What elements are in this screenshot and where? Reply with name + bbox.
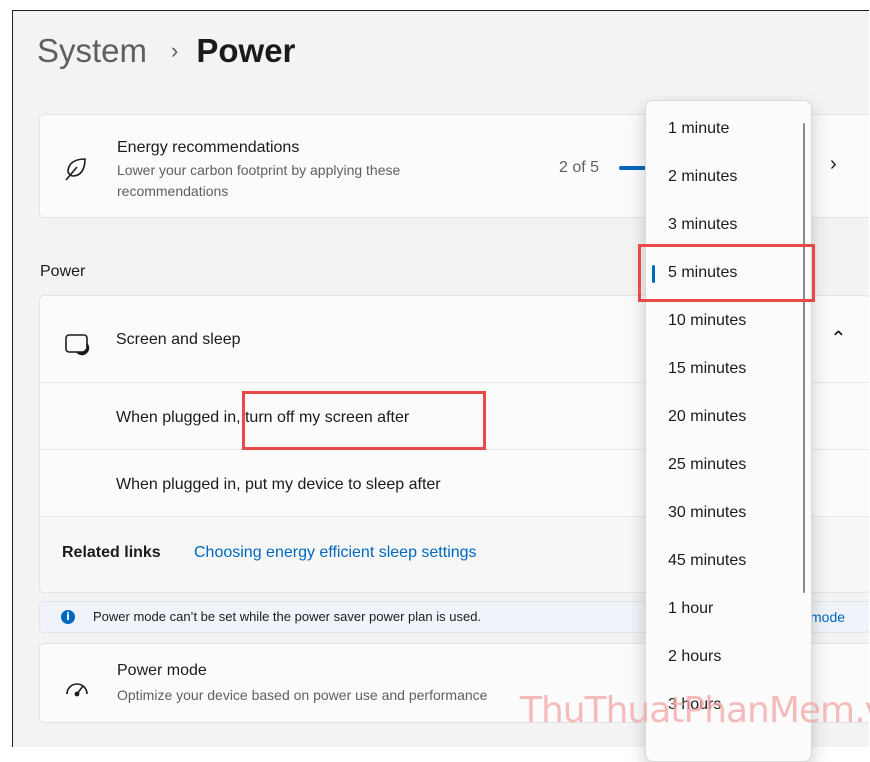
screen-timeout-dropdown[interactable]: 1 minute 2 minutes 3 minutes 5 minutes 1… [645, 100, 812, 762]
watermark: ThuThuatPhanMem.vn [520, 690, 870, 731]
power-mode-title: Power mode [117, 662, 207, 679]
option-label: 10 minutes [668, 312, 747, 329]
screen-sleep-title: Screen and sleep [116, 331, 241, 348]
gauge-icon [63, 674, 91, 702]
dropdown-option[interactable]: 20 minutes [646, 395, 811, 443]
related-links-label: Related links [62, 544, 161, 561]
option-label: 2 hours [668, 648, 722, 665]
dropdown-option[interactable]: 2 minutes [646, 155, 811, 203]
option-label: 2 minutes [668, 168, 738, 185]
dropdown-option[interactable]: 2 hours [646, 635, 811, 683]
dropdown-option[interactable]: 25 minutes [646, 443, 811, 491]
page-title: Power [196, 32, 296, 69]
dropdown-option[interactable]: 1 minute [646, 107, 811, 155]
energy-title: Energy recommendations [117, 139, 300, 156]
dropdown-option[interactable]: 15 minutes [646, 347, 811, 395]
power-section-label: Power [40, 263, 86, 280]
option-label: 1 hour [668, 600, 714, 617]
annotation-highlight-selected-option [638, 244, 815, 302]
chevron-right-icon[interactable]: › [830, 153, 837, 176]
breadcrumb-system[interactable]: System [37, 32, 147, 70]
dropdown-option[interactable]: 10 minutes [646, 299, 811, 347]
option-label: 20 minutes [668, 408, 747, 425]
energy-progress-count: 2 of 5 [559, 159, 600, 176]
annotation-highlight-screen-row [242, 391, 486, 450]
option-label: 1 minute [668, 120, 730, 137]
leaf-icon [63, 155, 91, 183]
option-label: 25 minutes [668, 456, 747, 473]
breadcrumb-separator: › [171, 38, 179, 63]
info-link[interactable]: mode [810, 609, 845, 625]
option-label: 3 minutes [668, 216, 738, 233]
energy-sleep-settings-link[interactable]: Choosing energy efficient sleep settings [194, 544, 477, 562]
info-icon: i [61, 610, 75, 624]
dropdown-option[interactable]: 45 minutes [646, 539, 811, 587]
option-label: 15 minutes [668, 360, 747, 377]
option-label: 45 minutes [668, 552, 747, 569]
chevron-up-icon[interactable]: ⌃ [830, 326, 847, 351]
dropdown-option[interactable]: 30 minutes [646, 491, 811, 539]
power-mode-subtitle: Optimize your device based on power use … [117, 687, 488, 703]
dropdown-scrollbar[interactable] [803, 123, 805, 593]
dropdown-option[interactable]: 1 hour [646, 587, 811, 635]
option-label: 30 minutes [668, 504, 747, 521]
plugged-sleep-label: When plugged in, put my device to sleep … [116, 476, 441, 493]
energy-subtitle: Lower your carbon footprint by applying … [117, 162, 401, 199]
info-text: Power mode can’t be set while the power … [93, 609, 482, 624]
breadcrumb: System › Power [37, 29, 295, 73]
screen-sleep-icon [63, 330, 91, 358]
